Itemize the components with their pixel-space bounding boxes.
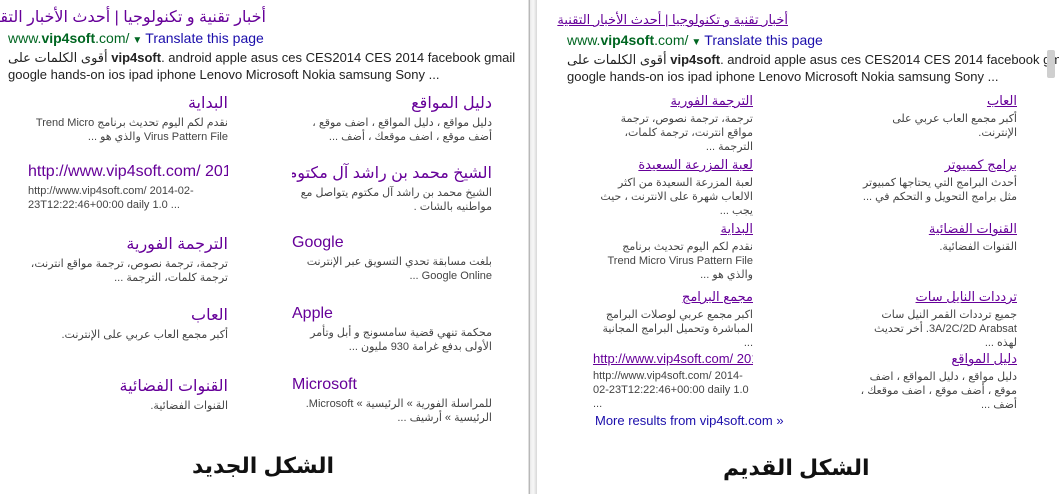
translate-link[interactable]: Translate this page bbox=[145, 30, 264, 46]
dropdown-arrow-icon[interactable]: ▼ bbox=[691, 37, 701, 48]
sitelink: Apple محكمة تنهي قضية سامسونج و أبل وتأمر… bbox=[292, 305, 492, 354]
sitelink-snippet: دليل مواقع ، دليل المواقع ، اضف موقع ، أ… bbox=[312, 117, 492, 143]
sitelink-snippet: جميع ترددات القمر النيل سات 3A/2C/2D Ara… bbox=[874, 309, 1017, 349]
sitelink: برامج كمبيوتر أحدث البرامج التي يحتاجها ك… bbox=[857, 157, 1017, 204]
sitelink-snippet: نقدم لكم اليوم تحديث برنامج Trend Micro … bbox=[607, 241, 754, 281]
sitelink: البداية نقدم لكم اليوم تحديث برنامج Trend… bbox=[28, 93, 228, 144]
sitelink: Google بلغت مسابقة تحدي التسويق عبر الإنت… bbox=[292, 234, 492, 283]
sitelink-snippet: اكبر مجمع عربي لوصلات البرامج المباشرة و… bbox=[602, 309, 753, 349]
sitelink: دليل المواقع دليل مواقع ، دليل المواقع ، … bbox=[857, 351, 1017, 412]
sitelink-title[interactable]: برامج كمبيوتر bbox=[857, 157, 1017, 173]
sitelink-title[interactable]: مجمع البرامج bbox=[593, 289, 753, 305]
sitelink: http://www.vip4soft.com/ 2014 ... http://… bbox=[593, 351, 753, 411]
sitelink-title[interactable]: دليل المواقع bbox=[292, 93, 492, 113]
sitelink: القنوات الفضائية القنوات الفضائية. bbox=[857, 221, 1017, 254]
snippet-line-2: google hands-on ios ipad iphone Lenovo M… bbox=[567, 69, 999, 84]
sitelink-title[interactable]: http://www.vip4soft.com/ 2014 ... bbox=[593, 351, 753, 366]
old-layout-caption: الشكل القديم bbox=[723, 455, 870, 480]
translate-link[interactable]: Translate this page bbox=[704, 32, 823, 48]
sitelink-title[interactable]: Apple bbox=[292, 305, 492, 323]
sitelink-title[interactable]: الترجمة الفورية bbox=[28, 234, 228, 254]
sitelink: البداية نقدم لكم اليوم تحديث برنامج Trend… bbox=[593, 221, 754, 282]
sitelink-title[interactable]: العاب bbox=[28, 305, 228, 325]
sitelink: العاب أكبر مجمع العاب عربي على الإنترنت. bbox=[857, 93, 1017, 140]
sitelink-snippet: ترجمة، ترجمة نصوص، ترجمة مواقع انترنت، ت… bbox=[30, 258, 228, 284]
sitelink: الترجمة الفورية ترجمة، ترجمة نصوص، ترجمة … bbox=[593, 93, 753, 154]
result-title-link[interactable]: أخبار تقنية و تكنولوجيا | أحدث الأخبار ا… bbox=[0, 7, 266, 27]
sitelink: الترجمة الفورية ترجمة، ترجمة نصوص، ترجمة … bbox=[28, 234, 228, 285]
sitelink-title[interactable]: العاب bbox=[857, 93, 1017, 109]
snippet-line-1: أقوى الكلمات على vip4soft. android apple… bbox=[567, 52, 1059, 67]
sitelink-title[interactable]: القنوات الفضائية bbox=[857, 221, 1017, 237]
sitelink-title[interactable]: لعبة المزرعة السعيدة bbox=[593, 157, 753, 173]
sitelink-snippet: للمراسلة الفورية » الرئيسية » Microsoft.… bbox=[305, 398, 492, 424]
snippet-line-1: أقوى الكلمات على vip4soft. android apple… bbox=[8, 50, 516, 65]
new-layout-panel: أخبار تقنية و تكنولوجيا | أحدث الأخبار ا… bbox=[0, 0, 528, 494]
sitelink: http://www.vip4soft.com/ 201... http://ww… bbox=[28, 163, 228, 212]
sitelink-snippet: http://www.vip4soft.com/ 2014-02-23T12:2… bbox=[28, 185, 194, 211]
old-layout-panel: أخبار تقنية و تكنولوجيا | أحدث الأخبار ا… bbox=[537, 0, 1059, 494]
more-results-link[interactable]: More results from vip4soft.com » bbox=[595, 413, 784, 428]
sitelink-snippet: أحدث البرامج التي يحتاجها كمبيوتر مثل بر… bbox=[862, 177, 1017, 203]
sitelink-title[interactable]: القنوات الفضائية bbox=[28, 376, 228, 396]
sitelink-snippet: دليل مواقع ، دليل المواقع ، اضف موقع ، أ… bbox=[860, 371, 1017, 411]
sitelink-snippet: أكبر مجمع العاب عربي على الإنترنت. bbox=[892, 113, 1017, 139]
sitelink-title[interactable]: http://www.vip4soft.com/ 201... bbox=[28, 163, 228, 181]
sitelink-snippet: أكبر مجمع العاب عربي على الإنترنت. bbox=[61, 329, 228, 341]
result-url[interactable]: www.vip4soft.com/ bbox=[567, 32, 688, 48]
new-layout-caption: الشكل الجديد bbox=[192, 453, 335, 478]
sitelink: العاب أكبر مجمع العاب عربي على الإنترنت. bbox=[28, 305, 228, 342]
sitelink-snippet: القنوات الفضائية. bbox=[150, 400, 228, 412]
sitelink-snippet: محكمة تنهي قضية سامسونج و أبل وتأمر الأو… bbox=[310, 327, 492, 353]
sitelink-title[interactable]: البداية bbox=[593, 221, 753, 237]
sitelink-title[interactable]: دليل المواقع bbox=[857, 351, 1017, 367]
sitelink-title[interactable]: Microsoft bbox=[292, 376, 492, 394]
sitelink-snippet: نقدم لكم اليوم تحديث برنامج Trend Micro … bbox=[35, 117, 228, 143]
sitelink-snippet: الشيخ محمد بن راشد آل مكتوم يتواصل مع مو… bbox=[300, 187, 492, 213]
snippet-line-2: google hands-on ios ipad iphone Lenovo M… bbox=[8, 67, 440, 82]
result-url[interactable]: www.vip4soft.com/ bbox=[8, 30, 129, 46]
result-snippet: أقوى الكلمات على vip4soft. android apple… bbox=[8, 49, 516, 83]
scrollbar-thumb[interactable] bbox=[1047, 50, 1055, 78]
sitelink: ترددات النايل سات جميع ترددات القمر النيل… bbox=[857, 289, 1017, 350]
result-title-link[interactable]: أخبار تقنية و تكنولوجيا | أحدث الأخبار ا… bbox=[557, 12, 788, 28]
sitelink-snippet: القنوات الفضائية. bbox=[939, 241, 1017, 253]
sitelink-title[interactable]: ترددات النايل سات bbox=[857, 289, 1017, 305]
sitelink-title[interactable]: Google bbox=[292, 234, 492, 252]
sitelink: الشيخ محمد بن راشد آل مكتوم ... الشيخ محم… bbox=[292, 163, 492, 214]
sitelink: لعبة المزرعة السعيدة لعبة المزرعة السعيدة… bbox=[593, 157, 753, 218]
sitelink-snippet: ترجمة، ترجمة نصوص، ترجمة مواقع انترنت، ت… bbox=[620, 113, 753, 153]
result-snippet: أقوى الكلمات على vip4soft. android apple… bbox=[567, 51, 1059, 85]
sitelink: القنوات الفضائية القنوات الفضائية. bbox=[28, 376, 228, 413]
sitelink-snippet: http://www.vip4soft.com/ 2014-02-23T12:2… bbox=[593, 370, 749, 410]
sitelink-title[interactable]: البداية bbox=[28, 93, 228, 113]
result-url-line: www.vip4soft.com/▼ Translate this page bbox=[8, 30, 264, 46]
sitelink-title[interactable]: الترجمة الفورية bbox=[593, 93, 753, 109]
sitelink: دليل المواقع دليل مواقع ، دليل المواقع ، … bbox=[292, 93, 492, 144]
dropdown-arrow-icon[interactable]: ▼ bbox=[132, 35, 142, 46]
sitelink-snippet: بلغت مسابقة تحدي التسويق عبر الإنترنت Go… bbox=[306, 256, 492, 282]
result-url-line: www.vip4soft.com/▼ Translate this page bbox=[567, 32, 823, 48]
panel-divider bbox=[528, 0, 537, 494]
sitelink: Microsoft للمراسلة الفورية » الرئيسية » M… bbox=[292, 376, 492, 425]
sitelink-title[interactable]: الشيخ محمد بن راشد آل مكتوم ... bbox=[292, 163, 492, 183]
sitelink-snippet: لعبة المزرعة السعيدة من اكثر الالعاب شهر… bbox=[600, 177, 753, 217]
sitelink: مجمع البرامج اكبر مجمع عربي لوصلات البرام… bbox=[593, 289, 753, 350]
